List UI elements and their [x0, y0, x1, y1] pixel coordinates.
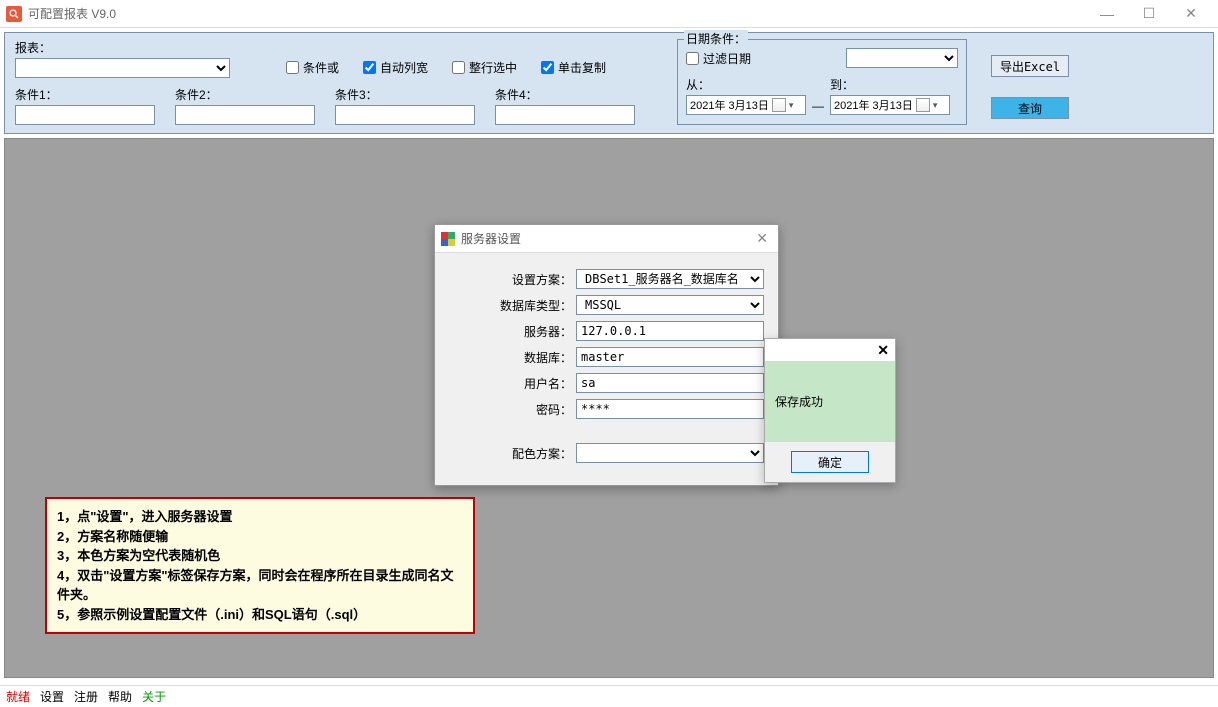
- titlebar: 可配置报表 V9.0 — ☐ ✕: [0, 0, 1218, 28]
- statusbar: 就绪 设置 注册 帮助 关于: [0, 685, 1218, 707]
- check-auto-col-input[interactable]: [363, 61, 376, 74]
- date-legend: 日期条件：: [684, 30, 748, 47]
- check-row-select[interactable]: 整行选中: [452, 59, 517, 76]
- chevron-down-icon: ▾: [933, 100, 938, 111]
- password-input[interactable]: [576, 399, 764, 419]
- app-icon: [6, 6, 22, 22]
- check-cond-or-input[interactable]: [286, 61, 299, 74]
- filter-date-check[interactable]: 过滤日期: [686, 50, 751, 67]
- cond3-label: 条件3：: [335, 86, 475, 103]
- server-input[interactable]: [576, 321, 764, 341]
- check-auto-col[interactable]: 自动列宽: [363, 59, 428, 76]
- dbtype-select[interactable]: MSSQL: [576, 295, 764, 315]
- help-box: 1，点"设置"，进入服务器设置 2，方案名称随便输 3，本色方案为空代表随机色 …: [45, 497, 475, 634]
- status-about[interactable]: 关于: [142, 688, 166, 705]
- maximize-button[interactable]: ☐: [1128, 1, 1170, 27]
- user-label: 用户名：: [524, 375, 572, 392]
- query-panel: 报表： 条件或 自动列宽 整行选中 单击复制: [4, 32, 1214, 134]
- status-register[interactable]: 注册: [74, 688, 98, 705]
- date-group: 日期条件： 过滤日期 从： 2021年 3月13日 ▾ — 到：: [677, 39, 967, 125]
- date-from-label: 从：: [686, 76, 806, 93]
- conditions-row: 条件1： 条件2： 条件3： 条件4：: [15, 86, 655, 125]
- msgbox-head: ✕: [765, 339, 895, 361]
- minimize-button[interactable]: —: [1086, 1, 1128, 27]
- scheme-select[interactable]: DBSet1_服务器名_数据库名: [576, 269, 764, 289]
- query-button[interactable]: 查询: [991, 97, 1069, 119]
- color-select[interactable]: [576, 443, 764, 463]
- scheme-label: 设置方案：: [512, 271, 572, 288]
- msgbox-foot: 确定: [765, 442, 895, 482]
- calendar-icon: [772, 98, 786, 112]
- user-input[interactable]: [576, 373, 764, 393]
- date-type-select[interactable]: [846, 48, 958, 68]
- export-excel-button[interactable]: 导出Excel: [991, 55, 1069, 77]
- check-cond-or[interactable]: 条件或: [286, 59, 339, 76]
- report-label: 报表：: [15, 39, 228, 56]
- help-line: 2，方案名称随便输: [57, 527, 463, 547]
- server-settings-dialog: 服务器设置 ✕ 设置方案： DBSet1_服务器名_数据库名 数据库类型： MS…: [434, 224, 779, 486]
- calendar-icon: [916, 98, 930, 112]
- check-click-copy-input[interactable]: [541, 61, 554, 74]
- cond3-input[interactable]: [335, 105, 475, 125]
- dialog-body: 设置方案： DBSet1_服务器名_数据库名 数据库类型： MSSQL 服务器：…: [435, 253, 778, 485]
- server-label: 服务器：: [524, 323, 572, 340]
- msgbox-body: 保存成功: [765, 361, 895, 442]
- dialog-close-button[interactable]: ✕: [752, 230, 772, 247]
- status-settings[interactable]: 设置: [40, 688, 64, 705]
- date-to-label: 到：: [830, 76, 950, 93]
- cond4-input[interactable]: [495, 105, 635, 125]
- filter-date-input[interactable]: [686, 52, 699, 65]
- database-label: 数据库：: [524, 349, 572, 366]
- password-label: 密码：: [536, 401, 572, 418]
- msgbox-ok-button[interactable]: 确定: [791, 451, 869, 473]
- help-line: 4，双击"设置方案"标签保存方案，同时会在程序所在目录生成同名文件夹。: [57, 566, 463, 605]
- msgbox-text: 保存成功: [775, 393, 823, 410]
- action-buttons: 导出Excel 查询: [991, 39, 1069, 125]
- status-help[interactable]: 帮助: [108, 688, 132, 705]
- check-click-copy[interactable]: 单击复制: [541, 59, 606, 76]
- status-ready[interactable]: 就绪: [6, 688, 30, 705]
- dialog-icon: [441, 232, 455, 246]
- date-dash: —: [812, 99, 824, 115]
- help-line: 3，本色方案为空代表随机色: [57, 546, 463, 566]
- query-left: 报表： 条件或 自动列宽 整行选中 单击复制: [15, 39, 655, 125]
- window-title: 可配置报表 V9.0: [28, 5, 1086, 22]
- report-select[interactable]: [15, 58, 230, 78]
- close-button[interactable]: ✕: [1170, 1, 1212, 27]
- window-controls: — ☐ ✕: [1086, 1, 1212, 27]
- help-line: 1，点"设置"，进入服务器设置: [57, 507, 463, 527]
- cond1-label: 条件1：: [15, 86, 155, 103]
- message-box: ✕ 保存成功 确定: [764, 338, 896, 483]
- color-label: 配色方案：: [512, 445, 572, 462]
- check-row-select-input[interactable]: [452, 61, 465, 74]
- date-to-input[interactable]: 2021年 3月13日 ▾: [830, 95, 950, 115]
- date-from-input[interactable]: 2021年 3月13日 ▾: [686, 95, 806, 115]
- dialog-title: 服务器设置: [461, 230, 752, 247]
- dialog-titlebar: 服务器设置 ✕: [435, 225, 778, 253]
- cond4-label: 条件4：: [495, 86, 635, 103]
- cond2-label: 条件2：: [175, 86, 315, 103]
- cond1-input[interactable]: [15, 105, 155, 125]
- database-input[interactable]: [576, 347, 764, 367]
- dbtype-label: 数据库类型：: [500, 297, 572, 314]
- chevron-down-icon: ▾: [789, 100, 794, 111]
- cond2-input[interactable]: [175, 105, 315, 125]
- msgbox-close-button[interactable]: ✕: [877, 342, 889, 359]
- help-line: 5，参照示例设置配置文件（.ini）和SQL语句（.sql）: [57, 605, 463, 625]
